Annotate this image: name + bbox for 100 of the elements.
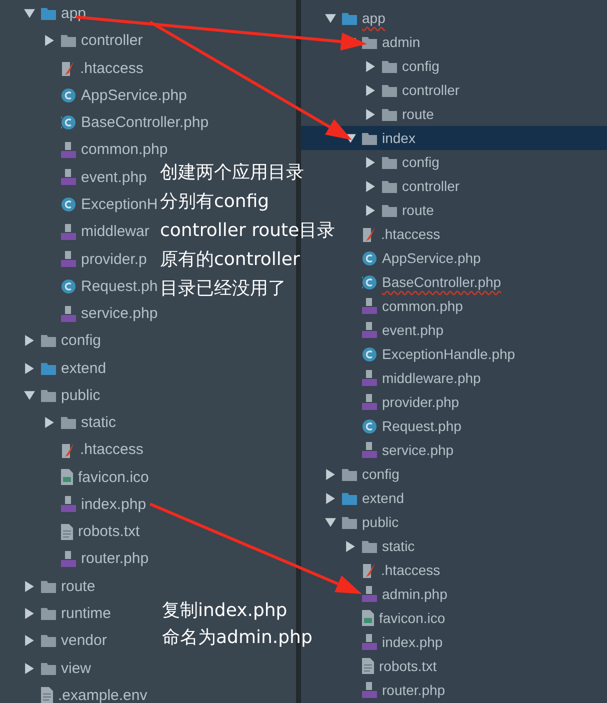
file-name[interactable]: middlewar — [81, 223, 150, 240]
file-name[interactable]: config — [402, 154, 440, 170]
annotation-text: controller route目录 — [160, 219, 336, 243]
folder-icon — [342, 516, 357, 528]
php-file-icon — [362, 394, 377, 410]
file-name[interactable]: provider.p — [81, 250, 147, 268]
file-name[interactable]: favicon.ico — [379, 610, 446, 626]
caret-icon[interactable] — [324, 516, 336, 528]
caret-icon[interactable] — [364, 156, 376, 168]
file-name[interactable]: index — [382, 130, 416, 146]
caret-icon[interactable] — [324, 12, 336, 24]
file-name[interactable]: static — [382, 538, 415, 554]
caret-icon[interactable] — [324, 492, 336, 504]
feather-file-icon — [362, 562, 376, 578]
file-name[interactable]: .htaccess — [381, 562, 440, 578]
file-name[interactable]: public — [61, 386, 100, 404]
class-icon — [362, 250, 377, 266]
caret-icon[interactable] — [24, 390, 34, 401]
folder-icon — [382, 108, 397, 120]
image-file-icon — [362, 610, 374, 626]
file-name[interactable]: admin.php — [382, 586, 448, 602]
php-file-icon — [61, 251, 76, 268]
file-name[interactable]: common.php — [81, 141, 168, 158]
file-name[interactable]: app — [362, 10, 386, 26]
caret-icon[interactable] — [364, 108, 376, 120]
caret-icon[interactable] — [24, 362, 34, 374]
annotation-text: 创建两个应用目录 — [160, 161, 304, 185]
file-name[interactable]: config — [402, 58, 440, 74]
file-name[interactable]: event.php — [382, 322, 444, 338]
caret-icon[interactable] — [24, 580, 34, 592]
annotation-text: 原有的controller — [160, 248, 300, 272]
class-icon — [61, 196, 76, 212]
file-name[interactable]: extend — [61, 360, 106, 377]
folder-icon — [41, 7, 56, 20]
file-name[interactable]: ExceptionHandle.php — [382, 346, 516, 362]
file-name[interactable]: controller — [402, 178, 460, 194]
file-name[interactable]: service.php — [382, 442, 454, 458]
class-icon — [61, 88, 76, 103]
file-name[interactable]: favicon.ico — [78, 468, 149, 486]
file-name[interactable]: provider.php — [382, 394, 460, 410]
file-name[interactable]: .example.env — [58, 686, 148, 703]
file-name[interactable]: controller — [402, 82, 460, 98]
file-name[interactable]: route — [402, 202, 434, 218]
file-name[interactable]: Request.php — [382, 418, 462, 434]
file-name[interactable]: .htaccess — [381, 226, 440, 242]
php-file-icon — [61, 224, 76, 240]
php-file-icon — [61, 496, 76, 512]
file-name[interactable]: runtime — [61, 604, 112, 622]
file-name[interactable]: controller — [81, 32, 143, 50]
file-name[interactable]: index.php — [382, 634, 443, 650]
caret-icon[interactable] — [324, 468, 336, 480]
caret-icon[interactable] — [44, 35, 54, 46]
folder-icon — [342, 12, 357, 24]
file-name[interactable]: config — [61, 332, 102, 350]
file-name[interactable]: static — [81, 414, 116, 432]
file-name[interactable]: route — [402, 106, 434, 122]
file-name[interactable]: view — [61, 660, 92, 676]
annotation-text: 复制index.php — [162, 599, 288, 623]
file-name[interactable]: extend — [362, 490, 404, 506]
file-name[interactable]: router.php — [382, 682, 446, 698]
caret-icon[interactable] — [24, 335, 34, 346]
caret-icon[interactable] — [24, 635, 34, 646]
caret-icon[interactable] — [24, 662, 34, 674]
php-file-icon — [362, 442, 377, 458]
file-name[interactable]: config — [362, 466, 400, 482]
caret-icon[interactable] — [24, 8, 34, 20]
file-name[interactable]: robots.txt — [78, 523, 140, 540]
file-name[interactable]: BaseController.php — [382, 274, 502, 290]
folder-icon — [41, 334, 56, 348]
caret-icon[interactable] — [364, 60, 376, 72]
file-name[interactable]: service.php — [81, 305, 158, 322]
file-name[interactable]: AppService.php — [81, 86, 187, 104]
caret-icon[interactable] — [24, 608, 34, 619]
file-name[interactable]: vendor — [61, 632, 107, 650]
folder-icon — [41, 634, 56, 648]
file-name[interactable]: ExceptionH — [81, 196, 158, 213]
file-name[interactable]: admin — [382, 34, 420, 50]
file-name[interactable]: robots.txt — [379, 658, 437, 674]
file-name[interactable]: BaseController.php — [81, 114, 209, 132]
file-name[interactable]: middleware.php — [382, 370, 481, 386]
caret-icon[interactable] — [364, 204, 376, 216]
folder-icon — [61, 416, 76, 430]
folder-icon — [362, 36, 377, 48]
file-name[interactable]: .htaccess — [80, 441, 144, 458]
file-name[interactable]: Request.ph — [81, 278, 158, 295]
caret-icon[interactable] — [364, 84, 376, 96]
file-name[interactable]: AppService.php — [382, 250, 481, 266]
file-name[interactable]: index.php — [81, 496, 146, 513]
file-name[interactable]: router.php — [81, 550, 149, 568]
folder-icon — [41, 362, 56, 375]
caret-icon[interactable] — [364, 180, 376, 192]
file-name[interactable]: .htaccess — [80, 60, 144, 77]
file-name[interactable]: public — [362, 514, 399, 530]
caret-icon[interactable] — [344, 540, 356, 552]
file-name[interactable]: event.php — [81, 168, 147, 186]
file-name[interactable]: common.php — [382, 298, 463, 314]
php-file-icon — [362, 370, 377, 386]
selected-row-highlight[interactable]: index — [301, 126, 607, 150]
caret-icon[interactable] — [44, 417, 54, 428]
file-name[interactable]: route — [61, 578, 96, 595]
